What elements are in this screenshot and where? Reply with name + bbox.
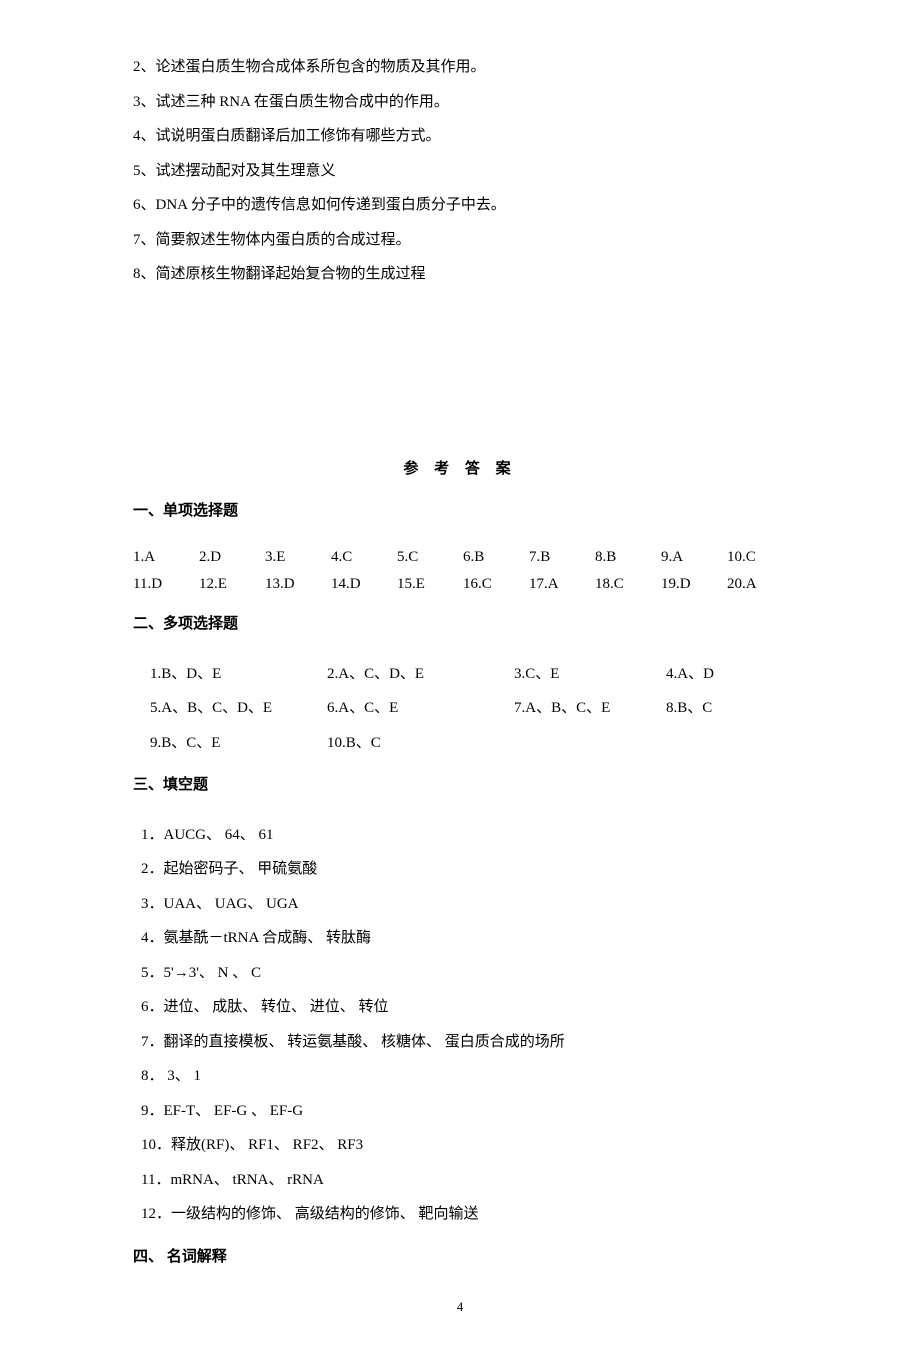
fill-answer: 10．释放(RF)、 RF1、 RF2、 RF3 bbox=[133, 1128, 787, 1163]
answer-cell: 8.B、C bbox=[666, 691, 712, 726]
essay-question: 8、简述原核生物翻译起始复合物的生成过程 bbox=[133, 257, 787, 292]
answer-cell: 7.B bbox=[529, 544, 595, 572]
answer-cell: 13.D bbox=[265, 571, 331, 599]
answer-cell: 2.D bbox=[199, 544, 265, 572]
answer-cell: 9.B、C、E bbox=[150, 726, 327, 761]
fill-answer: 4．氨基酰－tRNA 合成酶、 转肽酶 bbox=[133, 921, 787, 956]
essay-question: 7、简要叙述生物体内蛋白质的合成过程。 bbox=[133, 223, 787, 258]
document-page: 2、论述蛋白质生物合成体系所包含的物质及其作用。 3、试述三种 RNA 在蛋白质… bbox=[0, 0, 920, 1365]
answer-cell: 10.B、C bbox=[327, 726, 514, 761]
answer-row: 11.D 12.E 13.D 14.D 15.E 16.C 17.A 18.C … bbox=[133, 571, 787, 599]
fill-blank-answers: 1．AUCG、 64、 61 2．起始密码子、 甲硫氨酸 3．UAA、 UAG、… bbox=[133, 818, 787, 1232]
answer-row: 1.B、D、E 2.A、C、D、E 3.C、E 4.A、D bbox=[133, 657, 787, 692]
answer-cell: 16.C bbox=[463, 571, 529, 599]
answer-row: 5.A、B、C、D、E 6.A、C、E 7.A、B、C、E 8.B、C bbox=[133, 691, 787, 726]
fill-answer: 2．起始密码子、 甲硫氨酸 bbox=[133, 852, 787, 887]
answer-key-title: 参 考 答 案 bbox=[133, 452, 787, 487]
essay-question: 4、试说明蛋白质翻译后加工修饰有哪些方式。 bbox=[133, 119, 787, 154]
answer-cell: 9.A bbox=[661, 544, 727, 572]
essay-question-list: 2、论述蛋白质生物合成体系所包含的物质及其作用。 3、试述三种 RNA 在蛋白质… bbox=[133, 50, 787, 292]
fill-answer: 8． 3、 1 bbox=[133, 1059, 787, 1094]
answer-cell: 1.B、D、E bbox=[150, 657, 327, 692]
fill-answer: 11．mRNA、 tRNA、 rRNA bbox=[133, 1163, 787, 1198]
page-number: 4 bbox=[133, 1292, 787, 1322]
answer-cell: 5.A、B、C、D、E bbox=[150, 691, 327, 726]
answer-cell: 4.A、D bbox=[666, 657, 714, 692]
answer-cell: 6.A、C、E bbox=[327, 691, 514, 726]
fill-answer: 3．UAA、 UAG、 UGA bbox=[133, 887, 787, 922]
answer-cell: 3.C、E bbox=[514, 657, 666, 692]
answer-cell: 8.B bbox=[595, 544, 661, 572]
fill-answer: 12．一级结构的修饰、 高级结构的修饰、 靶向输送 bbox=[133, 1197, 787, 1232]
multi-choice-answers: 1.B、D、E 2.A、C、D、E 3.C、E 4.A、D 5.A、B、C、D、… bbox=[133, 657, 787, 761]
fill-answer: 9．EF-T、 EF-G 、 EF-G bbox=[133, 1094, 787, 1129]
fill-answer: 6．进位、 成肽、 转位、 进位、 转位 bbox=[133, 990, 787, 1025]
answer-cell: 6.B bbox=[463, 544, 529, 572]
answer-cell: 14.D bbox=[331, 571, 397, 599]
section-header-terms: 四、 名词解释 bbox=[133, 1240, 787, 1275]
fill-answer: 5．5'→3'、 N 、 C bbox=[133, 956, 787, 991]
section-header-fill-blank: 三、填空题 bbox=[133, 768, 787, 803]
essay-question: 2、论述蛋白质生物合成体系所包含的物质及其作用。 bbox=[133, 50, 787, 85]
answer-cell: 1.A bbox=[133, 544, 199, 572]
answer-cell: 7.A、B、C、E bbox=[514, 691, 666, 726]
fill-answer: 1．AUCG、 64、 61 bbox=[133, 818, 787, 853]
answer-cell: 17.A bbox=[529, 571, 595, 599]
answer-cell: 18.C bbox=[595, 571, 661, 599]
essay-question: 5、试述摆动配对及其生理意义 bbox=[133, 154, 787, 189]
answer-row: 9.B、C、E 10.B、C bbox=[133, 726, 787, 761]
essay-question: 6、DNA 分子中的遗传信息如何传递到蛋白质分子中去。 bbox=[133, 188, 787, 223]
answer-cell bbox=[514, 726, 666, 761]
answer-cell: 11.D bbox=[133, 571, 199, 599]
answer-cell: 19.D bbox=[661, 571, 727, 599]
fill-answer: 7．翻译的直接模板、 转运氨基酸、 核糖体、 蛋白质合成的场所 bbox=[133, 1025, 787, 1060]
answer-cell: 5.C bbox=[397, 544, 463, 572]
answer-cell: 3.E bbox=[265, 544, 331, 572]
section-spacer bbox=[133, 292, 787, 452]
answer-cell: 2.A、C、D、E bbox=[327, 657, 514, 692]
answer-cell: 12.E bbox=[199, 571, 265, 599]
section-header-multi-choice: 二、多项选择题 bbox=[133, 607, 787, 642]
answer-cell: 4.C bbox=[331, 544, 397, 572]
answer-cell: 15.E bbox=[397, 571, 463, 599]
answer-row: 1.A 2.D 3.E 4.C 5.C 6.B 7.B 8.B 9.A 10.C bbox=[133, 544, 787, 572]
answer-cell: 20.A bbox=[727, 571, 793, 599]
section-header-single-choice: 一、单项选择题 bbox=[133, 494, 787, 529]
single-choice-answers: 1.A 2.D 3.E 4.C 5.C 6.B 7.B 8.B 9.A 10.C… bbox=[133, 544, 787, 600]
essay-question: 3、试述三种 RNA 在蛋白质生物合成中的作用。 bbox=[133, 85, 787, 120]
answer-cell: 10.C bbox=[727, 544, 793, 572]
